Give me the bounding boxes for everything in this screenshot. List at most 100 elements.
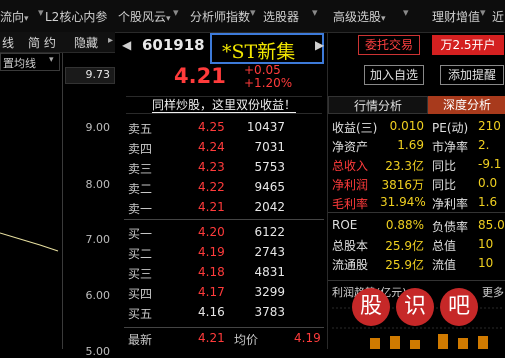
- fund-value: 2.: [478, 138, 490, 152]
- menu-dropdown-icon: ▾: [312, 6, 318, 19]
- ob-price: 4.25: [198, 120, 225, 134]
- axis-tick-label: 9.00: [85, 121, 111, 134]
- ma-settings-label: 置均线: [3, 57, 36, 70]
- orderbook-row: 卖三 4.23 5753: [118, 160, 325, 180]
- ob-price: 4.16: [198, 305, 225, 319]
- orderbook-divider: [124, 219, 324, 220]
- left-toolbar: 线 简 约 隐藏 ▸: [0, 32, 115, 53]
- axis-tick-label: 5.00: [85, 345, 111, 358]
- menu-dropdown-icon: ▾: [403, 6, 409, 19]
- ob-volume: 3783: [254, 305, 285, 319]
- fund-label: 负债率: [432, 220, 469, 234]
- stock-name: *ST新集: [222, 41, 296, 63]
- add-alert-button[interactable]: 添加提醒: [440, 65, 504, 85]
- ob-label: 卖二: [128, 182, 153, 196]
- fund-label: PE(动): [432, 121, 469, 135]
- price-axis: 9.00 8.00 7.00 6.00 5.00: [62, 53, 116, 358]
- ob-label: 卖三: [128, 162, 153, 176]
- fund-label: 总收入: [332, 159, 369, 173]
- hide-button[interactable]: 隐藏: [74, 34, 98, 51]
- menu-dropdown-icon: ▾: [173, 6, 179, 19]
- fund-value: -9.1: [478, 157, 502, 171]
- avg-label: 均价: [234, 333, 259, 347]
- ob-label: 卖五: [128, 122, 153, 136]
- line-button[interactable]: 线: [2, 34, 14, 51]
- ob-price: 4.17: [198, 285, 225, 299]
- fund-value: 210: [478, 119, 501, 133]
- fund-value: 23.3亿: [385, 159, 424, 173]
- entrust-trade-button[interactable]: 委托交易: [358, 35, 420, 55]
- ob-volume: 5753: [254, 160, 285, 174]
- simple-button[interactable]: 简 约: [28, 34, 56, 51]
- ob-price: 4.18: [198, 265, 225, 279]
- menu-stock-picker[interactable]: 选股器: [263, 8, 299, 25]
- analysis-tabs: 行情分析 深度分析: [328, 96, 505, 114]
- tab-market-analysis[interactable]: 行情分析: [328, 96, 428, 114]
- watermark-char: 识: [396, 288, 434, 326]
- ob-label: 买一: [128, 227, 153, 241]
- menu-flow[interactable]: 流向▾: [0, 8, 29, 25]
- ob-price: 4.22: [198, 180, 225, 194]
- avg-price: 4.19: [294, 331, 321, 345]
- current-price: 4.21: [174, 64, 226, 88]
- fund-value: 0.88%: [385, 218, 424, 232]
- ob-volume: 3299: [254, 285, 285, 299]
- fund-label: 净利润: [332, 178, 369, 192]
- menu-dropdown-icon: ▾: [38, 6, 44, 19]
- menu-analyst-index[interactable]: 分析师指数: [190, 8, 250, 25]
- action-panel: 委托交易 万2.5开户 加入自选 添加提醒 行情分析 深度分析 收益(三) 0.…: [327, 32, 505, 349]
- quote-panel: ◀ 601918 *ST新集 ▶ 4.21 +0.05 +1.20% 同样炒股，…: [118, 32, 325, 349]
- orderbook-row: 卖二 4.22 9465: [118, 180, 325, 200]
- fund-label: ROE: [332, 218, 358, 232]
- fundamental-row: 总股本 25.9亿 总值 10: [328, 237, 505, 256]
- fund-value: 0.010: [389, 119, 424, 133]
- tab-depth-analysis[interactable]: 深度分析: [428, 96, 505, 114]
- prev-stock-icon[interactable]: ◀: [122, 38, 131, 52]
- fund-value: 10: [478, 256, 494, 270]
- add-watchlist-button[interactable]: 加入自选: [364, 65, 424, 85]
- open-account-button[interactable]: 万2.5开户: [432, 35, 504, 55]
- fund-label: 流值: [432, 258, 457, 272]
- dropdown-icon: ▾: [49, 55, 54, 65]
- fund-label: 流通股: [332, 258, 369, 272]
- fund-label: 同比: [432, 159, 457, 173]
- section-divider: [328, 212, 505, 213]
- orderbook-row: 卖四 4.24 7031: [118, 140, 325, 160]
- ob-label: 卖四: [128, 142, 153, 156]
- orderbook-row: 卖一 4.21 2042: [118, 200, 325, 220]
- axis-tick-label: 6.00: [85, 289, 111, 302]
- section-divider: [328, 280, 505, 281]
- menu-advanced-picker[interactable]: 高级选股▾: [333, 8, 386, 25]
- menu-wealth[interactable]: 理财增值: [432, 8, 480, 25]
- fund-label: 总值: [432, 239, 457, 253]
- fundamental-row: 收益(三) 0.010 PE(动) 210: [328, 119, 505, 138]
- menu-dropdown-icon: ▾: [480, 6, 486, 19]
- fund-value: 25.9亿: [385, 239, 424, 253]
- orderbook-row: 买五 4.16 3783: [118, 305, 325, 325]
- last-label: 最新: [128, 333, 153, 347]
- next-stock-icon[interactable]: ▶: [315, 38, 324, 52]
- ob-volume: 7031: [254, 140, 285, 154]
- menu-stock-news[interactable]: 个股风云▾: [118, 8, 171, 25]
- menu-recent[interactable]: 近: [492, 8, 504, 25]
- ob-label: 买四: [128, 287, 153, 301]
- ob-price: 4.19: [198, 245, 225, 259]
- fund-value: 85.0: [478, 218, 505, 232]
- ob-volume: 4831: [254, 265, 285, 279]
- orderbook-divider: [124, 327, 324, 328]
- menu-l2-insider[interactable]: L2核心内参: [45, 8, 107, 25]
- price-change: +0.05 +1.20%: [244, 64, 292, 90]
- orderbook-row: 买一 4.20 6122: [118, 225, 325, 245]
- fund-label: 净资产: [332, 140, 369, 154]
- ma-settings[interactable]: 置均线 ▾: [0, 53, 60, 71]
- ob-volume: 9465: [254, 180, 285, 194]
- last-price: 4.21: [198, 331, 225, 345]
- fund-value: 25.9亿: [385, 258, 424, 272]
- ob-label: 买五: [128, 307, 153, 321]
- fundamental-row: 流通股 25.9亿 流值 10: [328, 256, 505, 275]
- promo-banner[interactable]: 同样炒股，这里双份收益！: [126, 96, 322, 114]
- stock-name-box: *ST新集: [210, 33, 324, 64]
- ob-price: 4.23: [198, 160, 225, 174]
- menu-dropdown-icon: ▾: [250, 6, 256, 19]
- orderbook-row: 买四 4.17 3299: [118, 285, 325, 305]
